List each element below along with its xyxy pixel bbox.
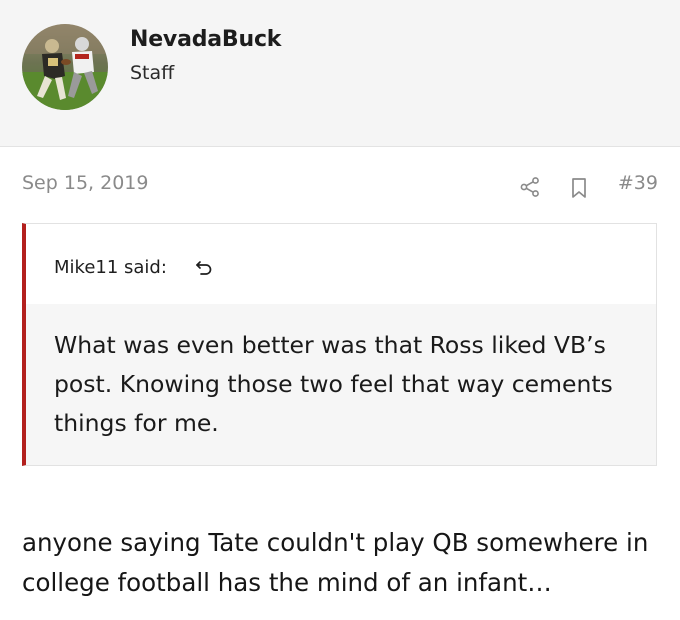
bookmark-icon[interactable] bbox=[569, 177, 589, 199]
jump-to-quote-icon[interactable] bbox=[194, 258, 214, 278]
share-icon[interactable] bbox=[519, 176, 541, 198]
quote-block: Mike11 said: What was even better was th… bbox=[22, 223, 657, 466]
football-player-avatar-icon bbox=[22, 24, 108, 110]
author-user-title: Staff bbox=[130, 62, 175, 84]
post-number-link[interactable]: #39 bbox=[618, 172, 658, 194]
quote-text: What was even better was that Ross liked… bbox=[54, 331, 613, 437]
post-container: NevadaBuck Staff Sep 15, 2019 #39 Mike11… bbox=[0, 0, 680, 620]
avatar[interactable] bbox=[22, 24, 108, 110]
author-username[interactable]: NevadaBuck bbox=[130, 27, 281, 52]
quote-body: What was even better was that Ross liked… bbox=[26, 304, 656, 465]
quote-header: Mike11 said: bbox=[26, 224, 656, 304]
post-body-text: anyone saying Tate couldn't play QB some… bbox=[22, 528, 649, 597]
author-header: NevadaBuck Staff bbox=[0, 0, 680, 147]
post-date[interactable]: Sep 15, 2019 bbox=[22, 172, 148, 194]
quote-author[interactable]: Mike11 said: bbox=[54, 257, 167, 278]
